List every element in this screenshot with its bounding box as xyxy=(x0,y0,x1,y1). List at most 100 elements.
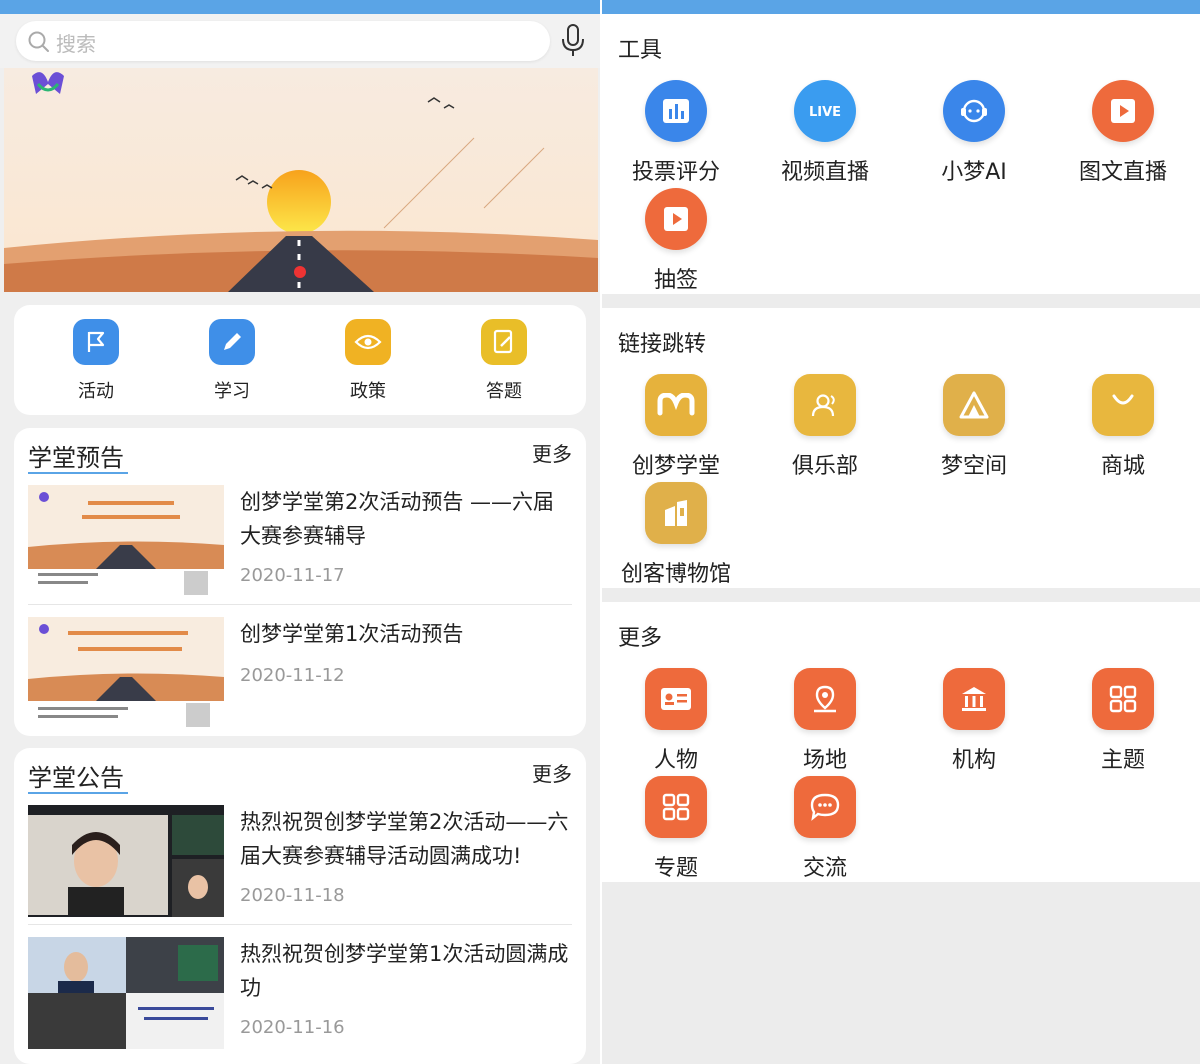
status-bar xyxy=(602,0,1200,14)
tool-label: 投票评分 xyxy=(631,160,720,185)
news-thumbnail xyxy=(28,805,224,917)
bag-icon xyxy=(1092,374,1154,436)
preview-section: 学堂预告 更多 创梦学堂第2次活动预告 ——六届大赛参赛辅导 2020-11-1… xyxy=(14,428,586,736)
news-date: 2020-11-16 xyxy=(240,1017,345,1038)
divider xyxy=(28,924,572,925)
edit-doc-icon xyxy=(481,319,527,365)
grid-icon xyxy=(1092,668,1154,730)
search-bar: 搜索 xyxy=(0,14,600,68)
list-item[interactable]: 创梦学堂第2次活动预告 ——六届大赛参赛辅导 2020-11-17 xyxy=(28,485,572,605)
links-section: 链接跳转 创梦学堂 俱乐部 梦空间 商城 创客博物馆 xyxy=(602,308,1200,588)
notice-section: 学堂公告 更多 热烈祝贺创梦学堂第2次活动——六届大赛参赛辅导活动圆满成功! 2… xyxy=(14,748,586,1064)
list-item[interactable]: 热烈祝贺创梦学堂第2次活动——六届大赛参赛辅导活动圆满成功! 2020-11-1… xyxy=(28,805,572,925)
news-title: 创梦学堂第2次活动预告 ——六届大赛参赛辅导 xyxy=(240,490,555,548)
search-icon xyxy=(28,31,49,52)
more-label: 机构 xyxy=(951,748,996,773)
more-people[interactable]: 人物 xyxy=(602,668,750,774)
pencil-icon xyxy=(209,319,255,365)
link-maker-museum[interactable]: 创客博物馆 xyxy=(602,482,750,588)
section-heading: 工具 xyxy=(618,38,663,63)
more-label: 交流 xyxy=(802,856,847,881)
link-dream-space[interactable]: 梦空间 xyxy=(900,374,1048,480)
more-label: 专题 xyxy=(653,856,698,881)
category-label: 活动 xyxy=(78,381,114,402)
play-icon xyxy=(645,188,707,250)
section-heading: 更多 xyxy=(618,626,663,651)
tool-label: 图文直播 xyxy=(1078,160,1167,185)
tool-vote-score[interactable]: 投票评分 xyxy=(602,80,750,186)
category-quiz[interactable]: 答题 xyxy=(454,319,554,403)
link-mall[interactable]: 商城 xyxy=(1049,374,1197,480)
news-thumbnail xyxy=(28,937,224,1049)
search-placeholder: 搜索 xyxy=(56,32,96,56)
tool-xiaomeng-ai[interactable]: 小梦AI xyxy=(900,80,1048,186)
list-item[interactable]: 热烈祝贺创梦学堂第1次活动圆满成功 2020-11-16 xyxy=(28,937,572,1057)
home-screen: 搜索 活动 学习 政策 答题 学堂预告 更多 创梦学堂第2次活动预告 ——六届大… xyxy=(0,0,600,1064)
news-thumbnail xyxy=(28,485,224,597)
category-activity[interactable]: 活动 xyxy=(46,319,146,403)
news-date: 2020-11-18 xyxy=(240,885,345,906)
tool-photo-live[interactable]: 图文直播 xyxy=(1049,80,1197,186)
eye-icon xyxy=(345,319,391,365)
news-date: 2020-11-12 xyxy=(240,665,345,686)
link-label: 商城 xyxy=(1100,454,1145,479)
tool-label: 视频直播 xyxy=(780,160,869,185)
category-label: 学习 xyxy=(214,381,250,402)
link-label: 创客博物馆 xyxy=(620,562,731,587)
hero-banner[interactable] xyxy=(4,68,598,292)
live-icon: LIVE xyxy=(794,80,856,142)
news-thumbnail xyxy=(28,617,224,729)
shape-icon xyxy=(943,374,1005,436)
building-icon xyxy=(645,482,707,544)
play-icon xyxy=(1092,80,1154,142)
link-label: 创梦学堂 xyxy=(631,454,720,479)
status-bar xyxy=(0,0,600,14)
svg-text:LIVE: LIVE xyxy=(809,105,841,120)
more-label: 场地 xyxy=(802,748,847,773)
news-date: 2020-11-17 xyxy=(240,565,345,586)
list-item[interactable]: 创梦学堂第1次活动预告 2020-11-12 xyxy=(28,617,572,729)
section-underline xyxy=(28,792,128,794)
notice-more-link[interactable]: 更多 xyxy=(532,758,572,787)
m-logo-icon xyxy=(645,374,707,436)
category-nav: 活动 学习 政策 答题 xyxy=(14,305,586,415)
id-card-icon xyxy=(645,668,707,730)
grid-icon xyxy=(645,776,707,838)
link-label: 俱乐部 xyxy=(791,454,858,479)
more-theme[interactable]: 主题 xyxy=(1049,668,1197,774)
link-label: 梦空间 xyxy=(940,454,1007,479)
banner-artwork xyxy=(4,68,598,292)
more-organization[interactable]: 机构 xyxy=(900,668,1048,774)
category-policy[interactable]: 政策 xyxy=(318,319,418,403)
more-venue[interactable]: 场地 xyxy=(751,668,899,774)
section-underline xyxy=(28,472,128,474)
section-title: 学堂公告 xyxy=(28,764,124,792)
flag-icon xyxy=(73,319,119,365)
link-club[interactable]: 俱乐部 xyxy=(751,374,899,480)
more-label: 主题 xyxy=(1100,748,1145,773)
link-chuangmeng-school[interactable]: 创梦学堂 xyxy=(602,374,750,480)
tool-lottery[interactable]: 抽签 xyxy=(602,188,750,294)
category-study[interactable]: 学习 xyxy=(182,319,282,403)
news-title: 热烈祝贺创梦学堂第1次活动圆满成功 xyxy=(240,942,569,1000)
chat-icon xyxy=(794,776,856,838)
divider xyxy=(28,604,572,605)
category-label: 政策 xyxy=(350,381,386,402)
more-special-topic[interactable]: 专题 xyxy=(602,776,750,882)
more-communication[interactable]: 交流 xyxy=(751,776,899,882)
search-input[interactable]: 搜索 xyxy=(16,21,550,61)
microphone-icon[interactable] xyxy=(560,24,586,58)
news-title: 热烈祝贺创梦学堂第2次活动——六届大赛参赛辅导活动圆满成功! xyxy=(240,810,569,868)
map-pin-icon xyxy=(794,668,856,730)
category-label: 答题 xyxy=(486,381,522,402)
tool-label: 抽签 xyxy=(653,268,698,293)
section-heading: 链接跳转 xyxy=(618,332,707,357)
preview-more-link[interactable]: 更多 xyxy=(532,438,572,467)
tools-section: 工具 投票评分 LIVE 视频直播 小梦AI 图文直播 抽签 xyxy=(602,14,1200,294)
headset-icon xyxy=(943,80,1005,142)
tool-video-live[interactable]: LIVE 视频直播 xyxy=(751,80,899,186)
more-label: 人物 xyxy=(653,748,698,773)
news-title: 创梦学堂第1次活动预告 xyxy=(240,622,464,646)
bank-icon xyxy=(943,668,1005,730)
tool-label: 小梦AI xyxy=(941,160,1007,185)
